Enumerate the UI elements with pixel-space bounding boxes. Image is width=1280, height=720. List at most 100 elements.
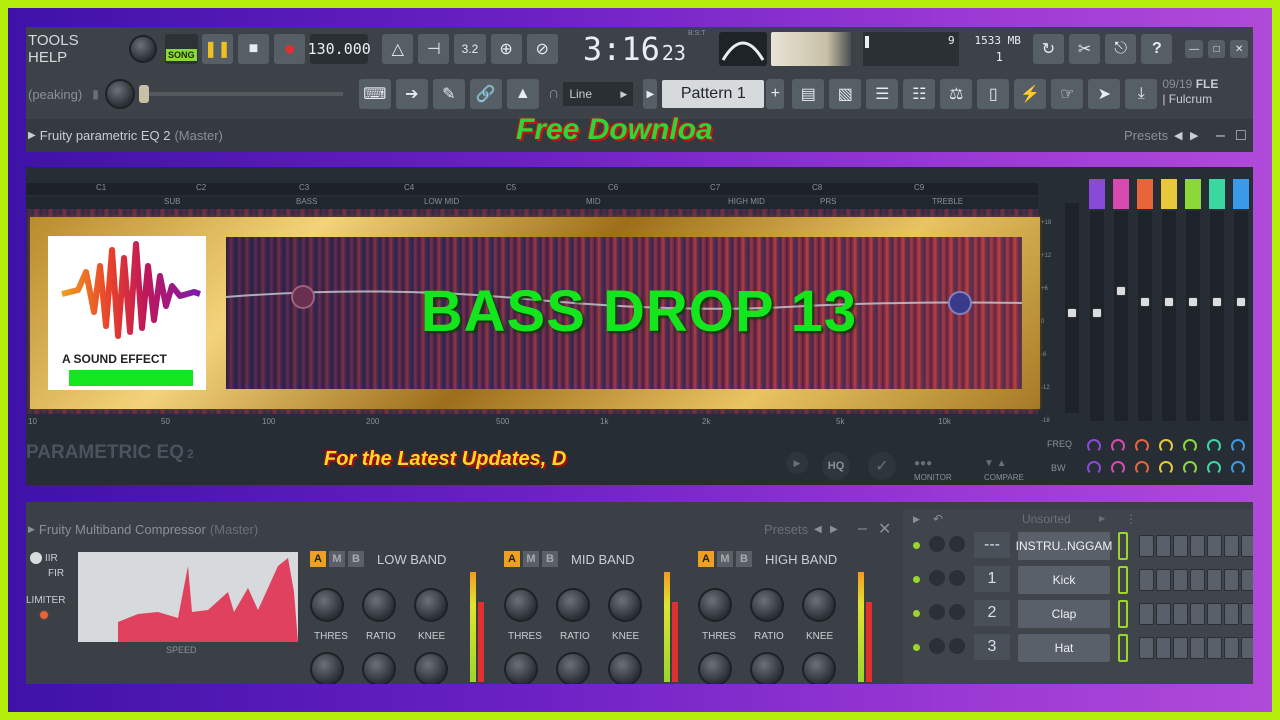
rack-undo-icon[interactable]: ↶ [933,512,943,526]
step-button[interactable] [1139,569,1154,591]
eq-check-icon[interactable]: ✓ [868,452,896,480]
stop-button[interactable]: ■ [237,34,270,64]
band-color-tag[interactable] [1089,179,1105,209]
comp-minimize-icon[interactable]: – [858,520,867,538]
step-button[interactable] [1190,535,1205,557]
band-knob[interactable] [608,588,642,622]
time-display[interactable]: 3:16 23 B:S:T [583,30,706,68]
band-knob[interactable] [310,588,344,622]
touch-icon[interactable]: ☞ [1051,79,1084,109]
band-mode-button[interactable]: B [348,551,364,567]
step-button[interactable] [1173,603,1188,625]
pause-button[interactable]: ❚❚ [201,34,233,64]
band-fader-handle[interactable] [1212,297,1222,307]
rack-menu-icon[interactable]: ⋮ [1125,512,1137,526]
channel-led[interactable] [913,610,920,617]
band-fader-track[interactable] [1234,211,1248,421]
channel-led[interactable] [913,644,920,651]
band-knob[interactable] [362,652,396,684]
band-fader-handle[interactable] [1140,297,1150,307]
song-mode-toggle[interactable]: SONG [164,34,198,64]
send-icon[interactable]: ➤ [1088,79,1121,109]
step-button[interactable] [1173,569,1188,591]
step-button[interactable] [1156,603,1171,625]
step-button[interactable] [1190,637,1205,659]
channel-name-button[interactable]: Hat [1018,634,1110,662]
plugin-icon[interactable]: ⚡ [1014,79,1047,109]
tempo-display[interactable]: 130.000 [308,34,371,64]
band-bw-knob[interactable] [1231,461,1245,475]
download-icon[interactable]: ⤓ [1125,79,1158,109]
minimize-icon[interactable]: — [1185,40,1203,58]
band-knob[interactable] [698,588,732,622]
microphone-icon[interactable]: ⎋ [1105,34,1137,64]
presets-label[interactable]: Presets [1124,128,1168,143]
band-fader-handle[interactable] [1092,308,1102,318]
band-knob[interactable] [802,588,836,622]
band-mode-button[interactable]: B [542,551,558,567]
band-mode-button[interactable]: B [736,551,752,567]
step-button[interactable] [1207,535,1222,557]
band-color-tag[interactable] [1185,179,1201,209]
step-button[interactable] [1173,535,1188,557]
band-freq-knob[interactable] [1159,439,1173,453]
channel-number[interactable]: 3 [974,634,1010,660]
channel-vol-knob[interactable] [949,536,965,552]
step-button[interactable] [1224,603,1239,625]
channel-led[interactable] [913,576,920,583]
band-mode-button[interactable]: A [504,551,520,567]
master-gain-handle[interactable] [1067,308,1077,318]
link-icon[interactable]: 🔗 [469,79,502,109]
eq-monitor-group[interactable]: ●●● MONITOR [914,453,964,483]
band-freq-knob[interactable] [1087,439,1101,453]
channel-number[interactable]: --- [974,532,1010,558]
fir-label[interactable]: FIR [48,568,64,579]
channel-pan-knob[interactable] [929,536,945,552]
band-fader-track[interactable] [1186,211,1200,421]
comp-arrow-icon[interactable]: ▶ [28,524,35,535]
metronome-icon[interactable]: △ [382,34,414,64]
menu-tools-help[interactable]: TOOLS HELP [28,32,119,66]
band-mode-button[interactable]: M [717,551,733,567]
step-button[interactable] [1207,603,1222,625]
plugin-minimize-icon[interactable]: – [1216,127,1225,145]
channel-name-button[interactable]: INSTRU..NGGAM [1016,532,1112,560]
band-fader-track[interactable] [1210,211,1224,421]
step-edit-icon[interactable]: ⊕ [490,34,522,64]
band-knob[interactable] [802,652,836,684]
pattern-prev-icon[interactable]: ▶ [643,79,658,109]
undo-icon[interactable]: ↻ [1032,34,1065,64]
channel-select-bar[interactable] [1118,634,1128,662]
band-mode-button[interactable]: A [310,551,326,567]
band-knob[interactable] [750,652,784,684]
channel-select-bar[interactable] [1118,600,1128,628]
comp-preset-prev-icon[interactable]: ◀ [814,524,822,535]
stamp-icon[interactable]: ▲ [506,79,539,109]
band-fader-handle[interactable] [1116,286,1126,296]
band-knob[interactable] [414,588,448,622]
wait-input-icon[interactable]: ⊣ [418,34,450,64]
comp-presets[interactable]: Presets [764,522,808,537]
channel-vol-knob[interactable] [949,604,965,620]
comp-preset-next-icon[interactable]: ▶ [830,524,838,535]
band-fader-track[interactable] [1114,211,1128,421]
record-button[interactable]: ● [274,34,306,64]
band-bw-knob[interactable] [1087,461,1101,475]
channel-pan-knob[interactable] [929,604,945,620]
help-icon[interactable]: ? [1141,34,1173,64]
band-fader-track[interactable] [1138,211,1152,421]
band-fader-handle[interactable] [1236,297,1246,307]
step-button[interactable] [1156,535,1171,557]
band-mode-button[interactable]: M [329,551,345,567]
channel-number[interactable]: 2 [974,600,1010,626]
browser-icon[interactable]: ⚖ [940,79,973,109]
add-pattern-icon[interactable]: + [766,79,785,109]
band-fader-handle[interactable] [1164,297,1174,307]
step-button[interactable] [1224,637,1239,659]
band-freq-knob[interactable] [1231,439,1245,453]
preset-next-icon[interactable]: ▶ [1190,129,1198,142]
band-bw-knob[interactable] [1207,461,1221,475]
band-knob[interactable] [504,588,538,622]
step-button[interactable] [1241,535,1253,557]
preset-prev-icon[interactable]: ◀ [1174,129,1182,142]
